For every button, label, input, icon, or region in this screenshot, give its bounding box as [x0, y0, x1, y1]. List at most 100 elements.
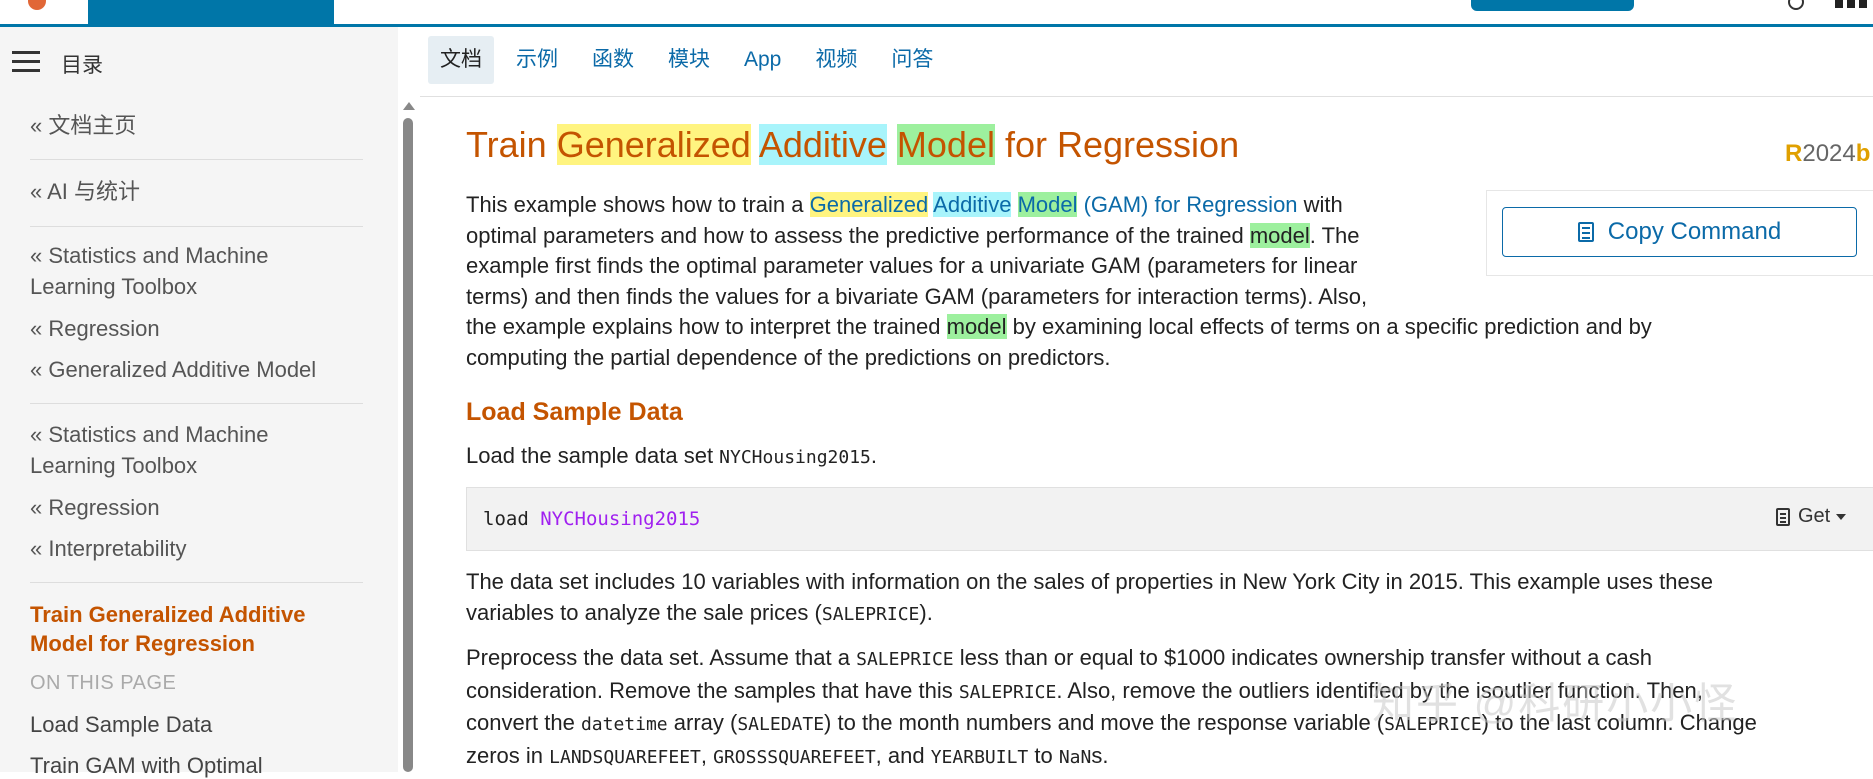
nav-link-doc-home[interactable]: « 文档主页: [30, 110, 360, 141]
tab-examples[interactable]: 示例: [504, 36, 570, 84]
scroll-up-icon[interactable]: [403, 102, 415, 110]
text: convert the: [466, 710, 581, 735]
text: . The: [1309, 222, 1360, 248]
page-title: Train Generalized Additive Model for Reg…: [466, 124, 1239, 166]
otp-link-load-sample-data[interactable]: Load Sample Data: [30, 712, 212, 738]
text: ).: [919, 599, 933, 625]
code-block[interactable]: load NYCHousing2015: [466, 487, 1873, 551]
menu-icon[interactable]: [12, 51, 40, 73]
inline-code: YEARBUILT: [930, 746, 1029, 768]
text: s.: [1091, 742, 1109, 768]
link-generalized[interactable]: Generalized: [809, 192, 929, 217]
code-keyword: load: [483, 508, 541, 530]
text: array (: [667, 710, 738, 735]
release-year: 2024: [1802, 140, 1856, 167]
title-text: [751, 124, 759, 165]
on-this-page-label: ON THIS PAGE: [30, 672, 177, 694]
tab-functions[interactable]: 函数: [580, 36, 646, 84]
watermark: 知乎 @科研小小怪: [1372, 680, 1739, 727]
top-nav-tab[interactable]: [88, 0, 334, 24]
inline-code: NaN: [1058, 746, 1092, 768]
title-highlight-model: Model: [896, 124, 995, 165]
tab-blocks[interactable]: 模块: [656, 36, 722, 84]
top-bar: [0, 0, 1873, 27]
title-highlight-additive: Additive: [758, 124, 887, 165]
get-code-button[interactable]: Get: [1776, 505, 1847, 528]
nav-link-ai-stats[interactable]: « AI 与统计: [30, 176, 360, 207]
text: variables to analyze the sale prices (: [466, 599, 822, 625]
highlight-model: model: [946, 314, 1007, 339]
otp-link-train-gam[interactable]: Train GAM with Optimal: [30, 753, 263, 779]
release-r: R: [1785, 140, 1803, 167]
release-b: b: [1855, 140, 1871, 167]
tab-videos[interactable]: 视频: [803, 36, 869, 84]
search-icon[interactable]: [1788, 0, 1804, 10]
text: zeros in: [466, 742, 550, 768]
nav-link-regression-2[interactable]: « Regression: [30, 492, 360, 523]
text: with: [1297, 192, 1343, 217]
inline-code: SALEPRICE: [958, 681, 1057, 703]
tab-apps[interactable]: App: [732, 36, 793, 84]
current-page-title: Train Generalized Additive Model for Reg…: [30, 602, 306, 656]
inline-code: LANDSQUAREFEET: [549, 746, 701, 768]
nav-link-gam[interactable]: « Generalized Additive Model: [30, 354, 360, 385]
inline-code: SALEDATE: [737, 714, 825, 735]
title-highlight-generalized: Generalized: [556, 124, 751, 165]
apps-icon[interactable]: [1835, 0, 1873, 8]
text: to: [1028, 742, 1059, 768]
intro-line: the example explains how to interpret th…: [466, 312, 1856, 343]
copy-command-button[interactable]: Copy Command: [1502, 207, 1857, 257]
code-line: load NYCHousing2015: [483, 508, 700, 530]
nav-link-stats-toolbox[interactable]: « Statistics and Machine Learning Toolbo…: [30, 240, 360, 302]
code-argument: NYCHousing2015: [540, 508, 701, 530]
text-line: zeros in LANDSQUAREFEET, GROSSSQUAREFEET…: [466, 741, 1871, 774]
text-line: The data set includes 10 variables with …: [466, 569, 1713, 594]
code-icon: [1776, 507, 1790, 526]
copy-command-label: Copy Command: [1607, 218, 1782, 245]
text: consideration. Remove the samples that h…: [466, 677, 959, 703]
title-text: Train: [466, 124, 557, 165]
mathworks-logo-icon: [28, 0, 46, 10]
nav-link-stats-toolbox-2[interactable]: « Statistics and Machine Learning Toolbo…: [30, 419, 360, 481]
divider: [30, 226, 363, 227]
scrollbar-thumb[interactable]: [403, 118, 413, 772]
chevron-down-icon: [1836, 513, 1847, 520]
load-paragraph: Load the sample data set NYCHousing2015.: [466, 441, 877, 474]
text: , and: [875, 742, 931, 768]
inline-code: SALEPRICE: [856, 649, 954, 670]
divider: [30, 582, 363, 583]
link-additive[interactable]: Additive: [933, 192, 1012, 217]
highlight-model: model: [1249, 222, 1310, 248]
link-model[interactable]: Model: [1017, 192, 1078, 217]
section-title: Load Sample Data: [466, 398, 683, 426]
text: Load the sample data set: [466, 443, 720, 468]
divider: [420, 96, 1873, 97]
top-action-button[interactable]: [1471, 0, 1634, 11]
text: by examining local effects of terms on a…: [1006, 314, 1652, 339]
text: ) to the month numbers and move the resp…: [824, 710, 1385, 735]
inline-code: NYCHousing2015: [719, 447, 871, 468]
inline-code: SALEPRICE: [821, 603, 920, 625]
intro-line: terms) and then finds the values for a b…: [466, 283, 1368, 309]
text: the example explains how to interpret th…: [466, 314, 947, 339]
logo[interactable]: [0, 0, 86, 24]
text: Preprocess the data set. Assume that a: [466, 645, 857, 670]
nav-link-regression[interactable]: « Regression: [30, 313, 360, 344]
text: optimal parameters and how to assess the…: [466, 222, 1250, 248]
text: ,: [700, 742, 714, 768]
toc-title: 目录: [61, 54, 103, 77]
copy-icon: [1577, 222, 1594, 242]
text: less than or equal to $1000 indicates ow…: [953, 645, 1652, 670]
text: This example shows how to train a: [466, 192, 810, 217]
link-gam-regression[interactable]: (GAM) for Regression: [1077, 192, 1298, 217]
title-text: [887, 124, 897, 165]
text: .: [870, 443, 878, 468]
tab-documentation[interactable]: 文档: [428, 36, 494, 84]
inline-code: datetime: [580, 714, 668, 735]
nav-link-interpretability[interactable]: « Interpretability: [30, 533, 360, 564]
divider: [30, 159, 363, 160]
dataset-paragraph: The data set includes 10 variables with …: [466, 567, 1866, 630]
tab-answers[interactable]: 问答: [879, 36, 945, 84]
get-label: Get: [1798, 505, 1831, 527]
inline-code: GROSSSQUAREFEET: [713, 746, 876, 768]
